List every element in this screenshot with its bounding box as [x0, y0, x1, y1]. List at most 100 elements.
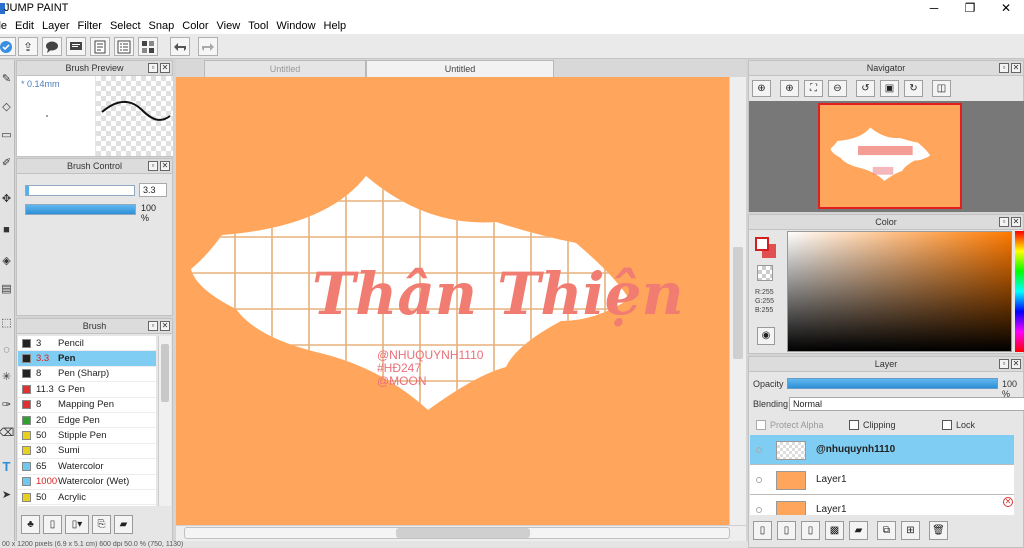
float-panel-icon[interactable]: ▫ — [148, 321, 158, 331]
canvas-vertical-scrollbar[interactable] — [729, 77, 746, 525]
zoom-fit-icon[interactable]: ⊕ — [752, 80, 771, 97]
float-panel-icon[interactable]: ▫ — [148, 63, 158, 73]
copy-brush-icon[interactable]: ⎘ — [92, 515, 111, 534]
brush-size-value[interactable]: 3.3 — [139, 183, 167, 197]
brush-folder-icon[interactable]: ▰ — [114, 515, 133, 534]
foreground-color-swatch[interactable] — [755, 237, 769, 251]
select-tool-icon[interactable]: ⬚ — [0, 312, 13, 332]
menu-filter[interactable]: Filter — [78, 20, 102, 32]
flip-horizontal-icon[interactable]: ◫ — [932, 80, 951, 97]
fill-rect-icon[interactable]: ■ — [0, 220, 13, 240]
chat-icon[interactable] — [66, 37, 86, 56]
menu-tool[interactable]: Tool — [248, 20, 268, 32]
brush-item[interactable]: 100Airbrush — [18, 505, 156, 506]
layer-row[interactable]: Layer1 — [750, 495, 1014, 515]
tab-untitled-2[interactable]: Untitled — [366, 60, 554, 77]
select-eraser-icon[interactable]: ⌫ — [0, 422, 14, 442]
menu-file[interactable]: ile — [0, 20, 7, 32]
close-panel-icon[interactable]: ✕ — [1011, 63, 1021, 73]
close-panel-icon[interactable]: ✕ — [1011, 359, 1021, 369]
visibility-icon[interactable] — [756, 507, 762, 513]
gradient-tool-icon[interactable]: ▤ — [0, 278, 13, 298]
lock-checkbox[interactable] — [942, 420, 952, 430]
brush-item[interactable]: 50 Stipple Pen — [18, 428, 156, 444]
grid-icon[interactable] — [138, 37, 158, 56]
menu-snap[interactable]: Snap — [149, 20, 175, 32]
close-panel-icon[interactable]: ✕ — [160, 63, 170, 73]
delete-mark-icon[interactable]: ✕ — [1003, 497, 1013, 507]
rotate-right-icon[interactable]: ↻ — [904, 80, 923, 97]
hue-slider[interactable] — [1015, 231, 1024, 352]
fit-window-icon[interactable]: ⛶ — [804, 80, 823, 97]
new-tone-layer-icon[interactable]: ▩ — [825, 521, 844, 540]
text-tool-icon[interactable]: T — [0, 456, 13, 476]
brush-item[interactable]: 50 Acrylic — [18, 490, 156, 506]
close-panel-icon[interactable]: ✕ — [160, 161, 170, 171]
undo-icon[interactable] — [170, 37, 190, 56]
layer-row[interactable]: Layer1 — [750, 465, 1014, 495]
brush-item[interactable]: 8 Pen (Sharp) — [18, 367, 156, 383]
tab-untitled-1[interactable]: Untitled — [204, 60, 366, 77]
float-panel-icon[interactable]: ▫ — [148, 161, 158, 171]
share-icon[interactable]: ⇪ — [18, 37, 38, 56]
new-layer-icon[interactable]: ▯ — [753, 521, 772, 540]
clipping-checkbox[interactable] — [849, 420, 859, 430]
drawing-canvas[interactable]: Thân Thiện @NHUQUYNH1110 #HĐ247 @MOON — [176, 77, 729, 525]
brush-item[interactable]: 1000 Watercolor (Wet) — [18, 475, 156, 490]
brush-item[interactable]: 11.3 G Pen — [18, 382, 156, 398]
check-icon[interactable] — [0, 37, 16, 56]
brush-item[interactable]: 8 Mapping Pen — [18, 398, 156, 413]
minimize-button[interactable]: ─ — [916, 0, 952, 17]
zoom-out-icon[interactable]: ⊖ — [828, 80, 847, 97]
visibility-icon[interactable] — [756, 477, 762, 483]
menu-window[interactable]: Window — [276, 20, 315, 32]
menu-edit[interactable]: Edit — [15, 20, 34, 32]
operation-tool-icon[interactable]: ➤ — [0, 484, 13, 504]
layer-row[interactable]: @nhuquynh1110 — [750, 435, 1014, 465]
navigator-view[interactable] — [749, 101, 1024, 212]
magic-wand-icon[interactable]: ✳ — [0, 366, 13, 386]
palette-icon[interactable]: ◉ — [757, 327, 775, 345]
menu-view[interactable]: View — [217, 20, 241, 32]
brush-item[interactable]: 20 Edge Pen — [18, 413, 156, 429]
document-icon[interactable] — [90, 37, 110, 56]
brush-item[interactable]: 30 Sumi — [18, 444, 156, 460]
list-icon[interactable] — [114, 37, 134, 56]
new-1bit-layer-icon[interactable]: ▯ — [801, 521, 820, 540]
trash-icon[interactable]: 🗑 — [929, 521, 948, 540]
redo-icon[interactable] — [198, 37, 218, 56]
zoom-in-icon[interactable]: ⊕ — [780, 80, 799, 97]
float-panel-icon[interactable]: ▫ — [999, 63, 1009, 73]
brush-item[interactable]: 3.3 Pen — [18, 351, 156, 367]
menu-layer[interactable]: Layer — [42, 20, 70, 32]
brush-menu-icon[interactable]: ▯▾ — [65, 515, 89, 534]
menu-help[interactable]: Help — [324, 20, 347, 32]
new-8bit-layer-icon[interactable]: ▯ — [777, 521, 796, 540]
bucket-tool-icon[interactable]: ◈ — [0, 250, 13, 270]
brush-item[interactable]: 3 Pencil — [18, 336, 156, 352]
menu-select[interactable]: Select — [110, 20, 141, 32]
protect-alpha-checkbox[interactable] — [756, 420, 766, 430]
duplicate-layer-icon[interactable]: ⧉ — [877, 521, 896, 540]
new-folder-icon[interactable]: ▰ — [849, 521, 868, 540]
float-panel-icon[interactable]: ▫ — [999, 217, 1009, 227]
visibility-icon[interactable] — [756, 447, 762, 453]
move-tool-icon[interactable]: ✥ — [0, 188, 13, 208]
eraser-tool-icon[interactable]: ◇ — [0, 96, 13, 116]
close-button[interactable]: ✕ — [988, 0, 1024, 17]
blending-select[interactable]: Normal — [789, 397, 1024, 411]
navigator-thumbnail[interactable] — [818, 103, 962, 209]
brush-item[interactable]: 65 Watercolor — [18, 459, 156, 475]
brush-settings-icon[interactable]: ♣ — [21, 515, 40, 534]
color-picker-field[interactable] — [787, 231, 1012, 352]
select-pen-icon[interactable]: ✑ — [0, 394, 13, 414]
layer-opacity-slider[interactable] — [787, 378, 998, 389]
transparent-color-icon[interactable] — [757, 265, 773, 281]
lasso-tool-icon[interactable]: ◌ — [0, 340, 13, 360]
brush-list-scrollbar[interactable] — [158, 336, 171, 506]
new-brush-icon[interactable]: ▯ — [43, 515, 62, 534]
menu-color[interactable]: Color — [182, 20, 208, 32]
reset-rotation-icon[interactable]: ▣ — [880, 80, 899, 97]
canvas-horizontal-scrollbar[interactable] — [176, 525, 746, 541]
merge-layer-icon[interactable]: ⊞ — [901, 521, 920, 540]
